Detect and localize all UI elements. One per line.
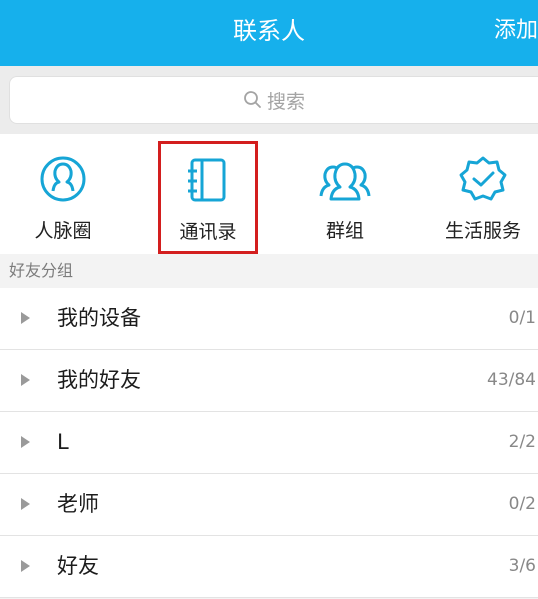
group-name: 我的好友 (57, 368, 141, 392)
add-button[interactable]: 添加 (494, 0, 538, 66)
group-row[interactable]: 好友 3/6 (0, 536, 538, 598)
expand-arrow-icon (21, 560, 30, 572)
group-count: 0/1 (508, 308, 536, 328)
quick-item-label: 生活服务 (444, 220, 521, 242)
quick-item-label: 人脉圈 (34, 220, 92, 242)
quick-item-label: 群组 (325, 220, 364, 242)
search-icon (244, 91, 261, 108)
group-name: L (57, 430, 69, 454)
group-row[interactable]: 我的好友 43/84 (0, 350, 538, 412)
person-circle-icon (40, 156, 86, 202)
quick-actions: 人脉圈 通讯录 群组 生活服务 (0, 134, 538, 254)
quick-item-contacts[interactable]: 通讯录 (158, 141, 258, 254)
group-icon (319, 162, 371, 201)
quick-item-groups[interactable]: 群组 (290, 134, 400, 254)
expand-arrow-icon (21, 436, 30, 448)
friend-groups-header: 好友分组 (0, 254, 538, 288)
group-name: 我的设备 (57, 306, 141, 330)
group-count: 0/2 (508, 494, 536, 514)
top-bar: 联系人 添加 (0, 0, 538, 66)
address-book-icon (188, 158, 226, 202)
page-title: 联系人 (233, 17, 305, 45)
group-count: 2/2 (508, 432, 536, 452)
quick-item-label: 通讯录 (179, 221, 237, 243)
group-name: 老师 (57, 492, 99, 516)
group-row[interactable]: 老师 0/2 (0, 474, 538, 536)
quick-item-life-services[interactable]: 生活服务 (428, 134, 538, 254)
group-row[interactable]: L 2/2 (0, 412, 538, 474)
expand-arrow-icon (21, 374, 30, 386)
group-count: 43/84 (487, 370, 536, 390)
expand-arrow-icon (21, 498, 30, 510)
verified-badge-icon (459, 156, 507, 201)
group-count: 3/6 (508, 556, 536, 576)
search-area: 搜索 (0, 66, 538, 134)
quick-item-connections[interactable]: 人脉圈 (8, 134, 118, 254)
friend-group-list: 我的设备 0/1 我的好友 43/84 L 2/2 老师 0/2 好友 3/6 (0, 288, 538, 598)
search-placeholder: 搜索 (266, 90, 305, 113)
search-input[interactable]: 搜索 (9, 76, 538, 124)
group-name: 好友 (57, 554, 99, 578)
expand-arrow-icon (21, 312, 30, 324)
group-row[interactable]: 我的设备 0/1 (0, 288, 538, 350)
search-placeholder-wrap: 搜索 (243, 87, 305, 114)
